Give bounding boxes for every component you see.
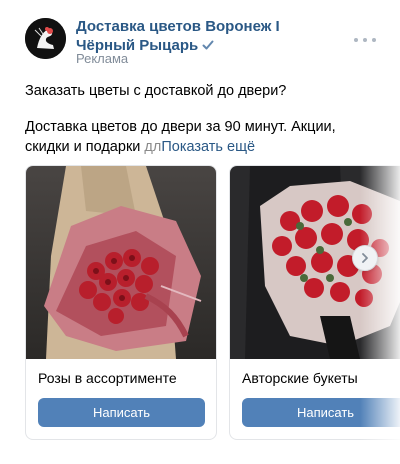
carousel-fade (360, 165, 400, 445)
verified-check-icon (201, 38, 215, 57)
post-text-faded: дл (144, 139, 162, 155)
card-title-bouquets: Авторские букеты (242, 370, 358, 386)
card-image-roses (26, 166, 216, 359)
card-title-roses: Розы в ассортименте (38, 370, 177, 386)
product-carousel: Розы в ассортименте Написать Авторские б… (0, 165, 400, 445)
community-avatar[interactable] (25, 18, 66, 59)
ad-post: Доставка цветов Воронеж I Чёрный Рыцарь … (0, 0, 400, 464)
post-text-line1: Заказать цветы с доставкой до двери? (25, 83, 287, 99)
chevron-right-icon[interactable] (352, 245, 378, 271)
more-dots-icon[interactable] (354, 30, 376, 50)
show-more-link[interactable]: Показать ещё (161, 139, 255, 155)
carousel-card-roses[interactable]: Розы в ассортименте Написать (25, 165, 217, 440)
post-text-line2: Доставка цветов до двери за 90 минут. Ак… (25, 117, 380, 157)
ad-label: Реклама (76, 51, 129, 66)
community-name-text: Доставка цветов Воронеж I Чёрный Рыцарь (76, 18, 280, 54)
write-button-roses[interactable]: Написать (38, 398, 205, 427)
